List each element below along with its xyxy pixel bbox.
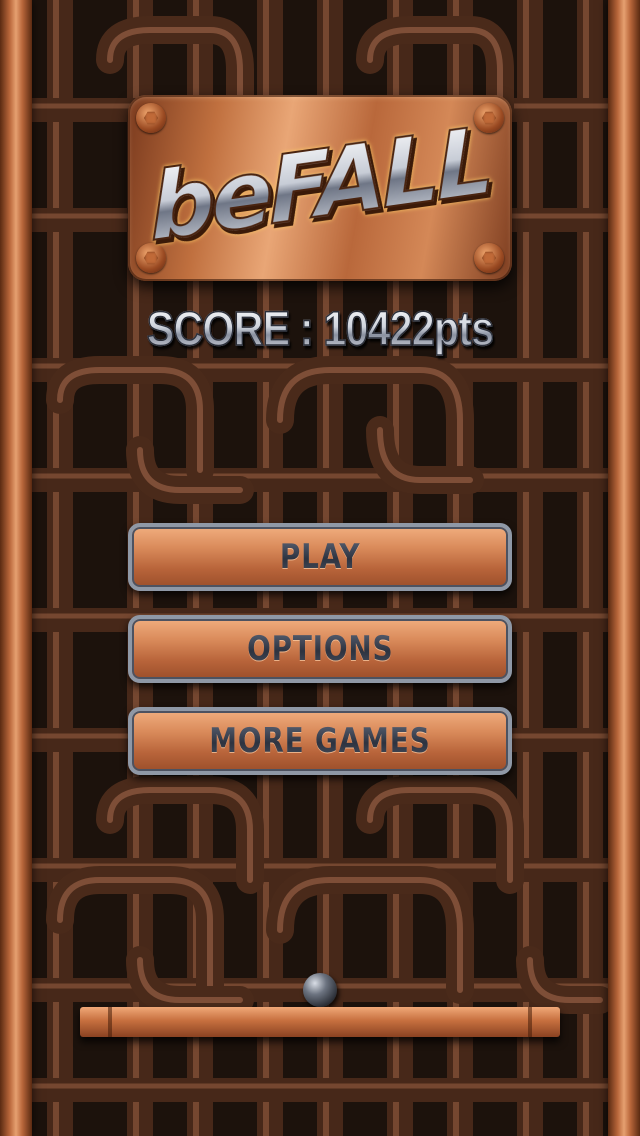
steel-ball-icon — [303, 973, 337, 1007]
left-copper-rail — [0, 0, 32, 1136]
score-display: SCORE : 10422pts — [45, 302, 595, 357]
copper-platform — [80, 1007, 560, 1037]
logo-plate: beFALL — [128, 95, 512, 281]
more-games-button[interactable]: MORE GAMES — [128, 707, 512, 775]
options-button[interactable]: OPTIONS — [128, 615, 512, 683]
play-button[interactable]: PLAY — [128, 523, 512, 591]
options-button-label: OPTIONS — [246, 629, 394, 669]
platform-seam — [528, 1007, 532, 1037]
play-button-label: PLAY — [279, 537, 361, 577]
platform-seam — [108, 1007, 112, 1037]
hex-bolt-icon — [136, 103, 166, 133]
right-copper-rail — [608, 0, 640, 1136]
hex-bolt-icon — [474, 243, 504, 273]
more-games-button-label: MORE GAMES — [209, 721, 431, 761]
game-logo-title: beFALL — [128, 104, 512, 265]
